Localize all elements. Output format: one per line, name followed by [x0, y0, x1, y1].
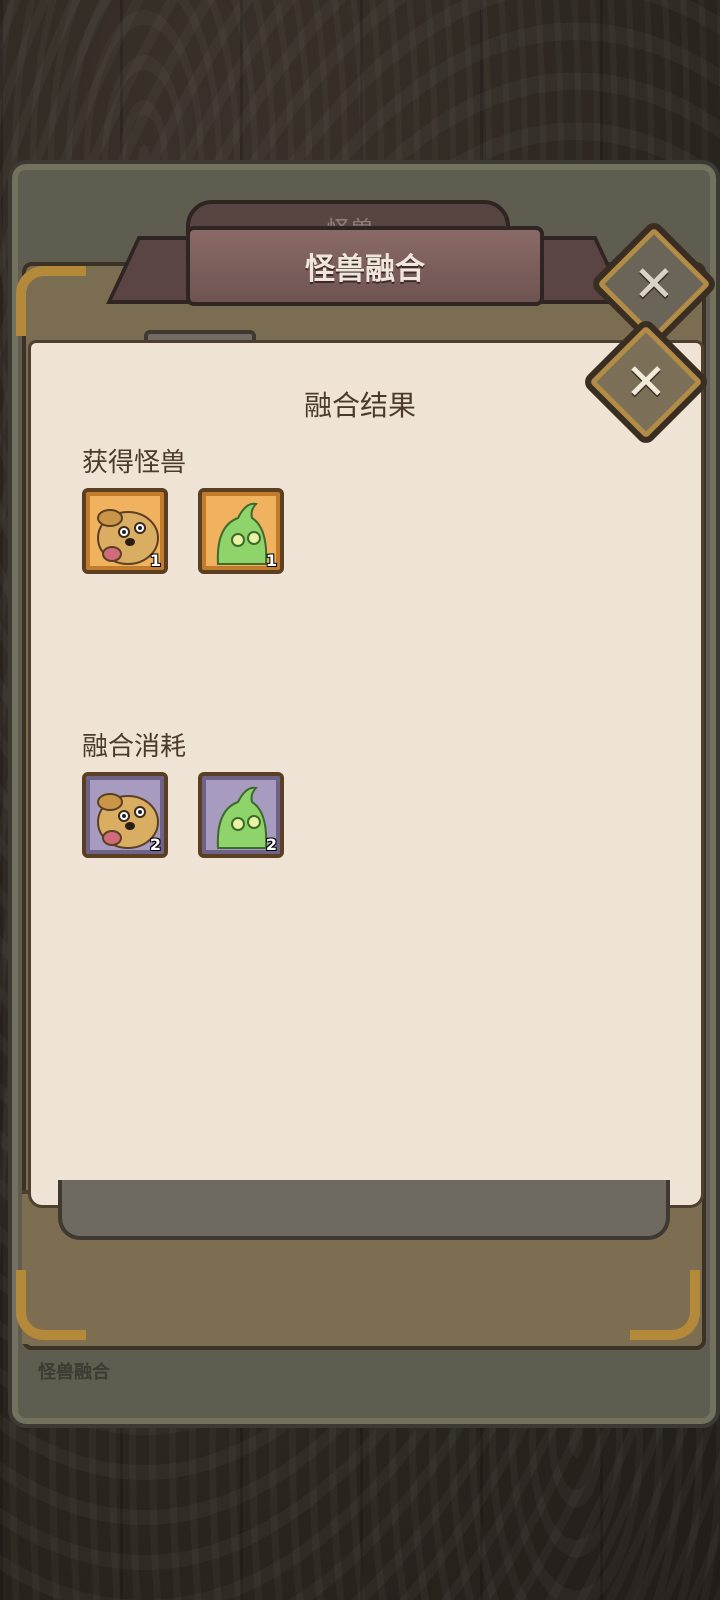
monster-count: 2	[149, 835, 161, 854]
obtained-monster-card-blob[interactable]: 1	[198, 488, 284, 574]
result-title: 融合结果	[303, 389, 416, 422]
monster-count: 2	[265, 835, 277, 854]
consumed-monster-card-blob[interactable]: 2	[198, 772, 284, 858]
corner-ornament	[630, 1270, 700, 1340]
close-icon: ✕	[633, 255, 675, 313]
consumed-monster-card-dog[interactable]: 2	[82, 772, 168, 858]
corner-ornament	[16, 1270, 86, 1340]
obtained-label: 获得怪兽	[82, 448, 187, 478]
monster-count: 1	[149, 551, 161, 570]
consumed-label: 融合消耗	[82, 732, 187, 762]
obtained-monster-card-dog[interactable]: 1	[82, 488, 168, 574]
background-panel-label: 怪兽融合	[38, 1362, 110, 1383]
bottom-tray	[58, 1180, 670, 1240]
corner-ornament	[16, 266, 86, 336]
title-ribbon: 怪兽融合	[186, 226, 544, 306]
dialog-title: 怪兽融合	[305, 252, 425, 287]
monster-count: 1	[265, 551, 277, 570]
